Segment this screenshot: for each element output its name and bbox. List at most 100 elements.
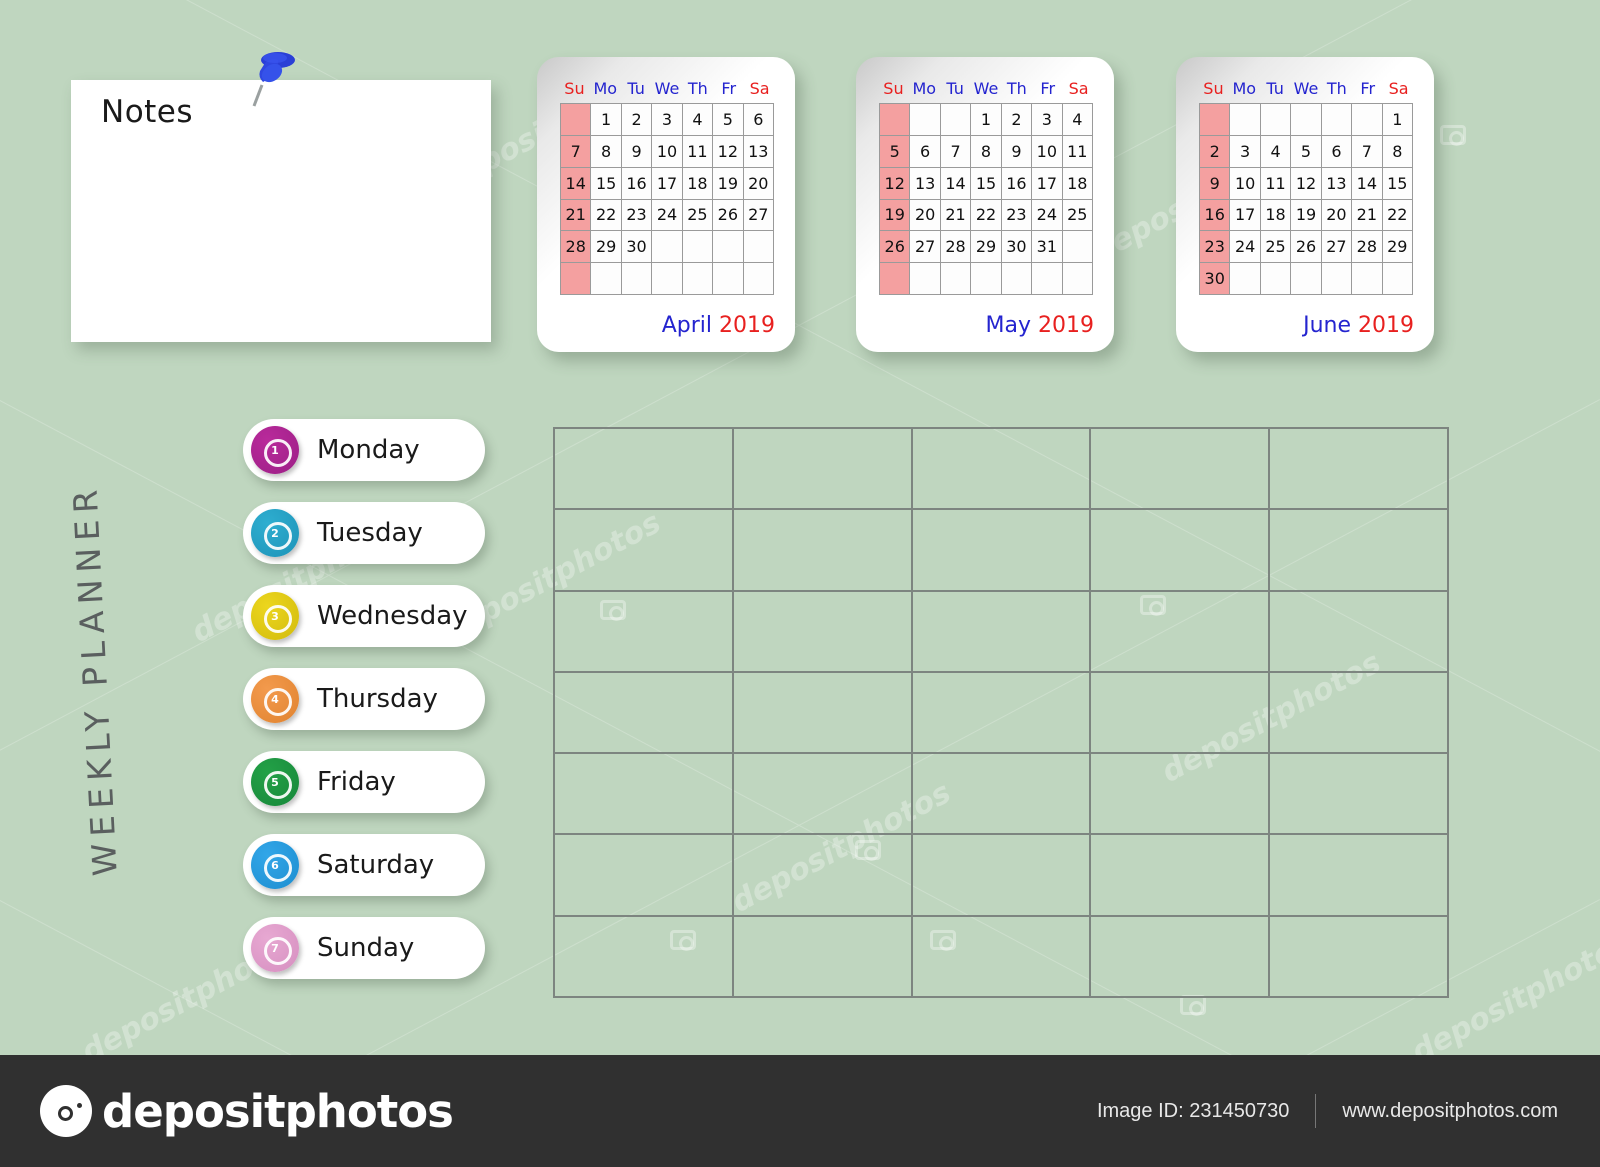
date-cell[interactable]: 30	[1001, 231, 1033, 264]
date-cell[interactable]: 3	[1230, 135, 1261, 168]
planner-cell[interactable]	[555, 510, 734, 592]
date-cell[interactable]: 24	[1032, 199, 1063, 232]
date-cell[interactable]: 15	[591, 167, 622, 200]
date-cell[interactable]: 20	[910, 199, 941, 232]
date-cell[interactable]: 19	[713, 167, 744, 200]
planner-cell[interactable]	[912, 754, 1092, 836]
planner-cell[interactable]	[1270, 591, 1449, 673]
month-card-may[interactable]: Su Mo Tu We Th Fr Sa 1 2 3 4 5 6 7 8 9 10 11 12 13 14 15 16 17…	[856, 57, 1114, 352]
date-cell[interactable]: 2	[1200, 135, 1231, 168]
date-cell[interactable]: 1	[591, 104, 622, 136]
date-cell[interactable]: 20	[1321, 199, 1353, 232]
date-cell[interactable]: 15	[1382, 167, 1413, 200]
planner-cell[interactable]	[555, 591, 734, 673]
date-cell[interactable]: 2	[621, 104, 653, 136]
planner-cell[interactable]	[912, 429, 1092, 511]
date-cell[interactable]: 23	[621, 199, 653, 232]
date-cell[interactable]: 5	[1291, 135, 1322, 168]
date-cell[interactable]: 30	[621, 231, 653, 264]
planner-cell[interactable]	[555, 754, 734, 836]
date-cell[interactable]: 27	[910, 231, 941, 264]
date-cell[interactable]: 8	[591, 135, 622, 168]
depositphotos-logo[interactable]: depositphotos	[40, 1085, 454, 1138]
planner-cell[interactable]	[912, 510, 1092, 592]
date-cell[interactable]: 14	[561, 167, 592, 200]
planner-cell[interactable]	[1270, 754, 1449, 836]
date-cell[interactable]: 17	[1032, 167, 1063, 200]
planner-cell[interactable]	[1270, 672, 1449, 755]
date-cell[interactable]: 6	[1321, 135, 1353, 168]
date-cell[interactable]: 28	[940, 231, 972, 264]
date-cell[interactable]: 3	[652, 104, 683, 136]
day-button-friday[interactable]: 5 Friday	[243, 751, 485, 813]
date-cell[interactable]: 26	[1291, 231, 1322, 264]
planner-cell[interactable]	[1091, 591, 1271, 673]
planner-cell[interactable]	[733, 835, 913, 917]
date-cell[interactable]: 27	[1321, 231, 1353, 264]
day-button-tuesday[interactable]: 2 Tuesday	[243, 502, 485, 564]
date-cell[interactable]: 19	[1291, 199, 1322, 232]
date-cell[interactable]: 31	[1032, 231, 1063, 264]
date-cell[interactable]: 8	[1382, 135, 1413, 168]
day-button-monday[interactable]: 1 Monday	[243, 419, 485, 481]
planner-cell[interactable]	[1270, 835, 1449, 917]
date-cell[interactable]: 24	[652, 199, 683, 232]
date-cell[interactable]: 27	[743, 199, 774, 232]
day-button-sunday[interactable]: 7 Sunday	[243, 917, 485, 979]
planner-cell[interactable]	[733, 429, 913, 511]
date-cell[interactable]: 25	[1260, 231, 1292, 264]
planner-cell[interactable]	[1091, 835, 1271, 917]
notes-card[interactable]: Notes	[71, 80, 491, 342]
day-button-saturday[interactable]: 6 Saturday	[243, 834, 485, 896]
day-button-wednesday[interactable]: 3 Wednesday	[243, 585, 485, 647]
planner-cell[interactable]	[555, 835, 734, 917]
date-cell[interactable]: 20	[743, 167, 774, 200]
date-cell[interactable]: 25	[1062, 199, 1093, 232]
planner-cell[interactable]	[733, 754, 913, 836]
date-cell[interactable]: 10	[1230, 167, 1261, 200]
date-cell[interactable]: 12	[880, 167, 911, 200]
date-cell[interactable]: 5	[880, 135, 911, 168]
date-cell[interactable]: 16	[621, 167, 653, 200]
date-cell[interactable]: 26	[880, 231, 911, 264]
date-cell[interactable]: 11	[1260, 167, 1292, 200]
date-cell[interactable]: 29	[591, 231, 622, 264]
planner-cell[interactable]	[555, 429, 734, 511]
date-cell[interactable]: 21	[1352, 199, 1383, 232]
date-cell[interactable]: 9	[1001, 135, 1033, 168]
planner-cell[interactable]	[912, 672, 1092, 755]
date-cell[interactable]: 13	[910, 167, 941, 200]
date-cell[interactable]: 4	[1260, 135, 1292, 168]
date-cell[interactable]: 22	[971, 199, 1002, 232]
planner-cell[interactable]	[555, 672, 734, 755]
date-cell[interactable]: 11	[682, 135, 714, 168]
date-cell[interactable]: 16	[1001, 167, 1033, 200]
planner-cell[interactable]	[912, 835, 1092, 917]
date-cell[interactable]: 1	[1382, 104, 1413, 136]
planner-cell[interactable]	[1091, 916, 1271, 998]
date-cell[interactable]: 10	[652, 135, 683, 168]
date-cell[interactable]: 3	[1032, 104, 1063, 136]
date-cell[interactable]: 7	[940, 135, 972, 168]
date-cell[interactable]: 22	[591, 199, 622, 232]
planner-grid[interactable]	[553, 427, 1449, 998]
date-cell[interactable]: 26	[713, 199, 744, 232]
date-cell[interactable]: 7	[1352, 135, 1383, 168]
date-cell[interactable]: 28	[561, 231, 592, 264]
date-cell[interactable]: 17	[652, 167, 683, 200]
planner-cell[interactable]	[1270, 429, 1449, 511]
date-cell[interactable]: 25	[682, 199, 714, 232]
date-cell[interactable]: 9	[1200, 167, 1231, 200]
date-cell[interactable]: 1	[971, 104, 1002, 136]
date-cell[interactable]: 8	[971, 135, 1002, 168]
date-cell[interactable]: 13	[743, 135, 774, 168]
month-card-june[interactable]: Su Mo Tu We Th Fr Sa 1 2 3 4 5 6 7 8 9 10 11 12 13 14 15 16 17…	[1176, 57, 1434, 352]
planner-cell[interactable]	[1091, 510, 1271, 592]
date-cell[interactable]: 12	[713, 135, 744, 168]
planner-cell[interactable]	[1091, 429, 1271, 511]
date-cell[interactable]: 18	[682, 167, 714, 200]
date-cell[interactable]: 4	[1062, 104, 1093, 136]
date-cell[interactable]: 10	[1032, 135, 1063, 168]
date-cell[interactable]: 19	[880, 199, 911, 232]
date-cell[interactable]: 5	[713, 104, 744, 136]
